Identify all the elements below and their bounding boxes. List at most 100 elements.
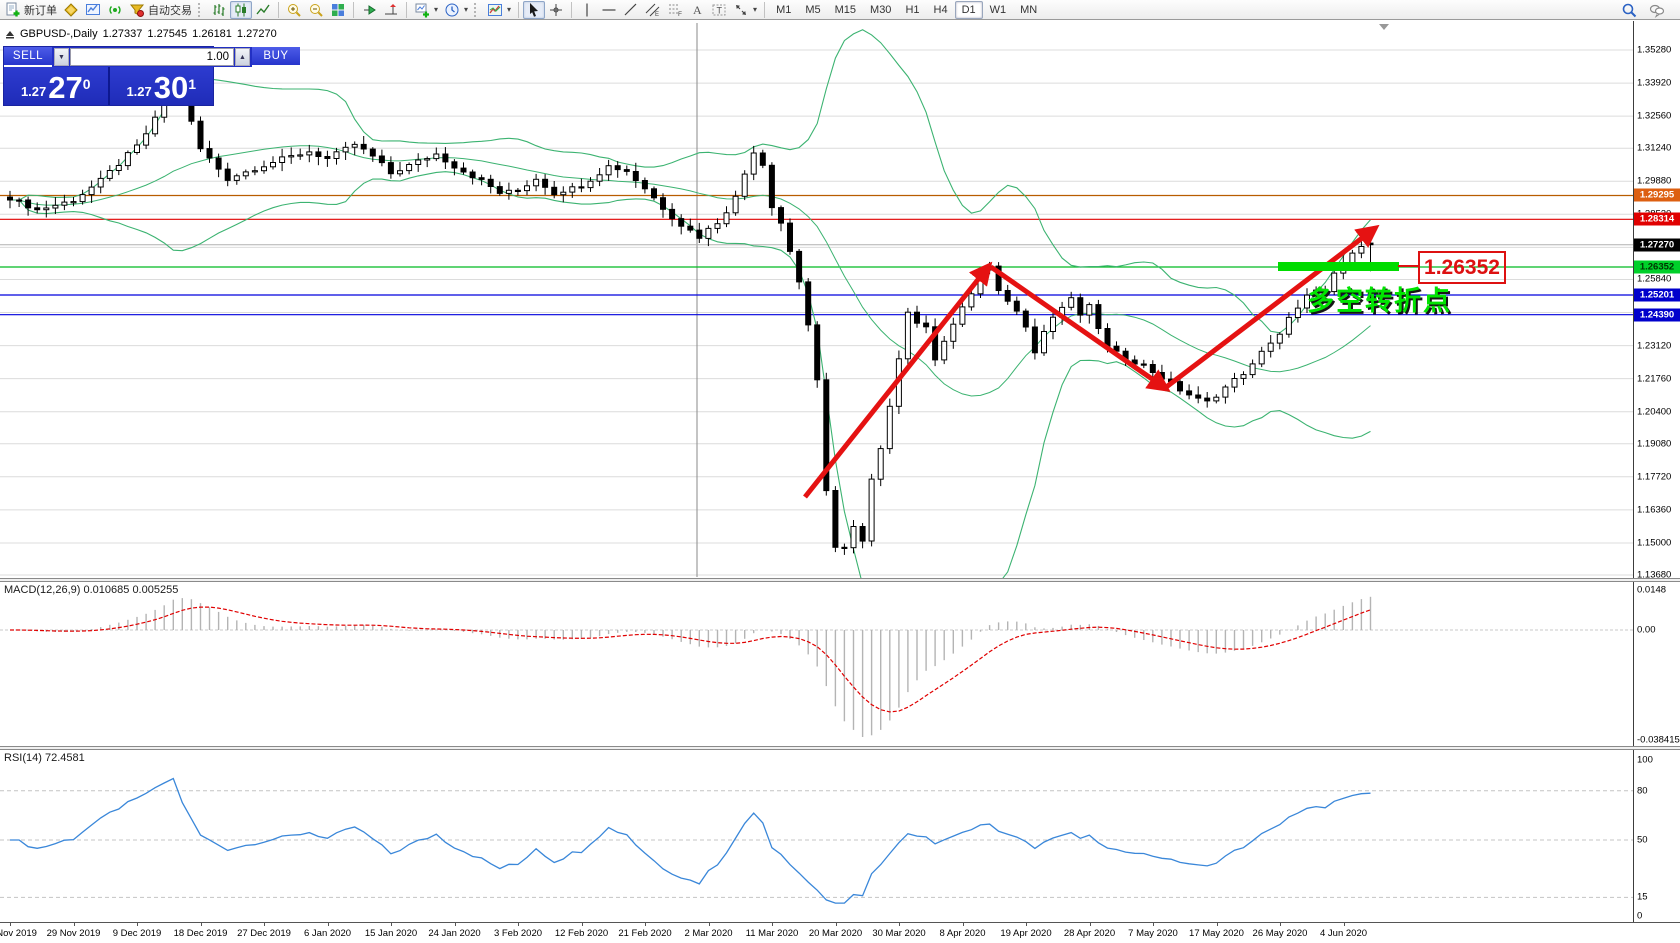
- line-chart-button[interactable]: [252, 1, 274, 19]
- channel-tool-button[interactable]: E: [642, 1, 664, 19]
- zoom-out-button[interactable]: [305, 1, 327, 19]
- date-tick-mark: [645, 923, 646, 926]
- bar-chart-icon: [211, 2, 227, 18]
- price-tick-label: 1.25840: [1637, 274, 1671, 285]
- market-watch-button[interactable]: [60, 1, 82, 19]
- timeframe-button-h4[interactable]: H4: [927, 1, 955, 19]
- trade-panel-controls: SELL ▼ ▲ BUY: [4, 47, 213, 67]
- horizontal-line-tool-button[interactable]: [598, 1, 620, 19]
- buy-price[interactable]: 1.27 30 1: [110, 67, 214, 105]
- gold-icon: [63, 2, 79, 18]
- turning-point-annotation[interactable]: 多空转折点: [1307, 279, 1452, 318]
- trendline-tool-button[interactable]: [620, 1, 642, 19]
- text-icon: A: [689, 2, 705, 18]
- date-tick-label: 17 May 2020: [1189, 928, 1244, 939]
- autotrading-button[interactable]: 自动交易: [126, 1, 195, 19]
- date-tick-mark: [74, 923, 75, 926]
- chat-button[interactable]: [1646, 1, 1668, 19]
- toolbar-separator: [764, 2, 765, 18]
- toolbar-grip[interactable]: [474, 3, 481, 17]
- timeframe-button-h1[interactable]: H1: [898, 1, 926, 19]
- timeframe-button-m1[interactable]: M1: [769, 1, 798, 19]
- crosshair-tool-button[interactable]: [545, 1, 567, 19]
- price-tick-label: 1.19080: [1637, 438, 1671, 449]
- price-tick-label: 1.29880: [1637, 176, 1671, 187]
- date-tick-label: 27 Dec 2019: [237, 928, 291, 939]
- auto-scroll-button[interactable]: [358, 1, 380, 19]
- new-order-label: 新订单: [24, 2, 57, 18]
- equidistant-channel-icon: E: [645, 2, 661, 18]
- text-label-tool-button[interactable]: T: [708, 1, 730, 19]
- date-tick-mark: [137, 923, 138, 926]
- toolbar-separator: [353, 2, 354, 18]
- buy-button[interactable]: BUY: [252, 47, 300, 67]
- signal-icon: [107, 2, 123, 18]
- sell-price[interactable]: 1.27 27 0: [4, 67, 108, 105]
- arrows-tool-button[interactable]: ▾: [730, 1, 760, 19]
- date-tick-mark: [264, 923, 265, 926]
- timeframe-button-m5[interactable]: M5: [798, 1, 827, 19]
- date-tick-mark: [10, 923, 11, 926]
- rsi-value: 72.4581: [45, 752, 85, 764]
- chart-shift-icon: [383, 2, 399, 18]
- timeframe-button-m30[interactable]: M30: [863, 1, 898, 19]
- arrows-icon: [733, 2, 749, 18]
- rsi-tick-label: 100: [1637, 755, 1653, 766]
- chart-template-button[interactable]: ▾: [484, 1, 514, 19]
- date-tick-mark: [518, 923, 519, 926]
- fibonacci-tool-button[interactable]: F: [664, 1, 686, 19]
- sell-price-digits: 27: [48, 74, 82, 102]
- macd-label: MACD(12,26,9) 0.010685 0.005255: [4, 584, 178, 596]
- toolbar-separator: [406, 2, 407, 18]
- rsi-label: RSI(14) 72.4581: [4, 752, 85, 764]
- chart-shift-button[interactable]: [380, 1, 402, 19]
- date-tick-mark: [1344, 923, 1345, 926]
- rsi-tick-label: 15: [1637, 892, 1648, 903]
- trade-panel-prices: 1.27 27 0 1.27 30 1: [4, 67, 213, 105]
- date-axis: 20 Nov 201929 Nov 20199 Dec 201918 Dec 2…: [0, 922, 1680, 943]
- price-tick-label: 1.32560: [1637, 111, 1671, 122]
- date-tick-mark: [963, 923, 964, 926]
- candlestick-chart-button[interactable]: [230, 1, 252, 19]
- level-price-badge: 1.29295: [1634, 189, 1680, 202]
- date-tick-mark: [328, 923, 329, 926]
- date-tick-mark: [1090, 923, 1091, 926]
- vertical-line-tool-button[interactable]: [576, 1, 598, 19]
- zoom-in-button[interactable]: [283, 1, 305, 19]
- volume-decrease-button[interactable]: ▼: [54, 48, 69, 66]
- cursor-tool-button[interactable]: [523, 1, 545, 19]
- support-bar[interactable]: [1278, 262, 1399, 271]
- auto-scroll-icon: [361, 2, 377, 18]
- timeframe-button-m15[interactable]: M15: [828, 1, 863, 19]
- toolbar-grip[interactable]: [198, 3, 205, 17]
- timeframe-button-d1[interactable]: D1: [955, 1, 983, 19]
- current-price-badge: 1.27270: [1634, 238, 1680, 251]
- periods-button[interactable]: ▾: [441, 1, 471, 19]
- new-chart-button[interactable]: ▾: [411, 1, 441, 19]
- svg-text:F: F: [678, 11, 682, 18]
- symbol-period-label: GBPUSD-,Daily: [20, 28, 98, 40]
- date-tick-label: 28 Apr 2020: [1064, 928, 1115, 939]
- volume-increase-button[interactable]: ▲: [235, 48, 250, 66]
- text-tool-button[interactable]: A: [686, 1, 708, 19]
- dropdown-arrow-icon: ▾: [434, 5, 438, 14]
- horizontal-line-icon: [601, 2, 617, 18]
- rsi-tick-label: 80: [1637, 786, 1648, 797]
- timeframe-button-mn[interactable]: MN: [1013, 1, 1044, 19]
- autotrading-label: 自动交易: [148, 2, 192, 18]
- search-button[interactable]: [1618, 1, 1640, 19]
- signal-button[interactable]: [104, 1, 126, 19]
- ohlc-high: 1.27545: [147, 28, 187, 40]
- timeframe-button-w1[interactable]: W1: [983, 1, 1014, 19]
- bar-chart-button[interactable]: [208, 1, 230, 19]
- sell-button[interactable]: SELL: [4, 47, 52, 67]
- volume-input[interactable]: [70, 48, 234, 66]
- tick-chart-button[interactable]: [82, 1, 104, 19]
- date-tick-label: 11 Mar 2020: [746, 928, 799, 939]
- chat-icon: [1649, 2, 1665, 18]
- date-tick-label: 12 Feb 2020: [555, 928, 608, 939]
- macd-tick-label: -0.038415: [1637, 735, 1680, 746]
- tile-windows-button[interactable]: [327, 1, 349, 19]
- price-tick-label: 1.15000: [1637, 537, 1671, 548]
- new-order-button[interactable]: 新订单: [2, 1, 60, 19]
